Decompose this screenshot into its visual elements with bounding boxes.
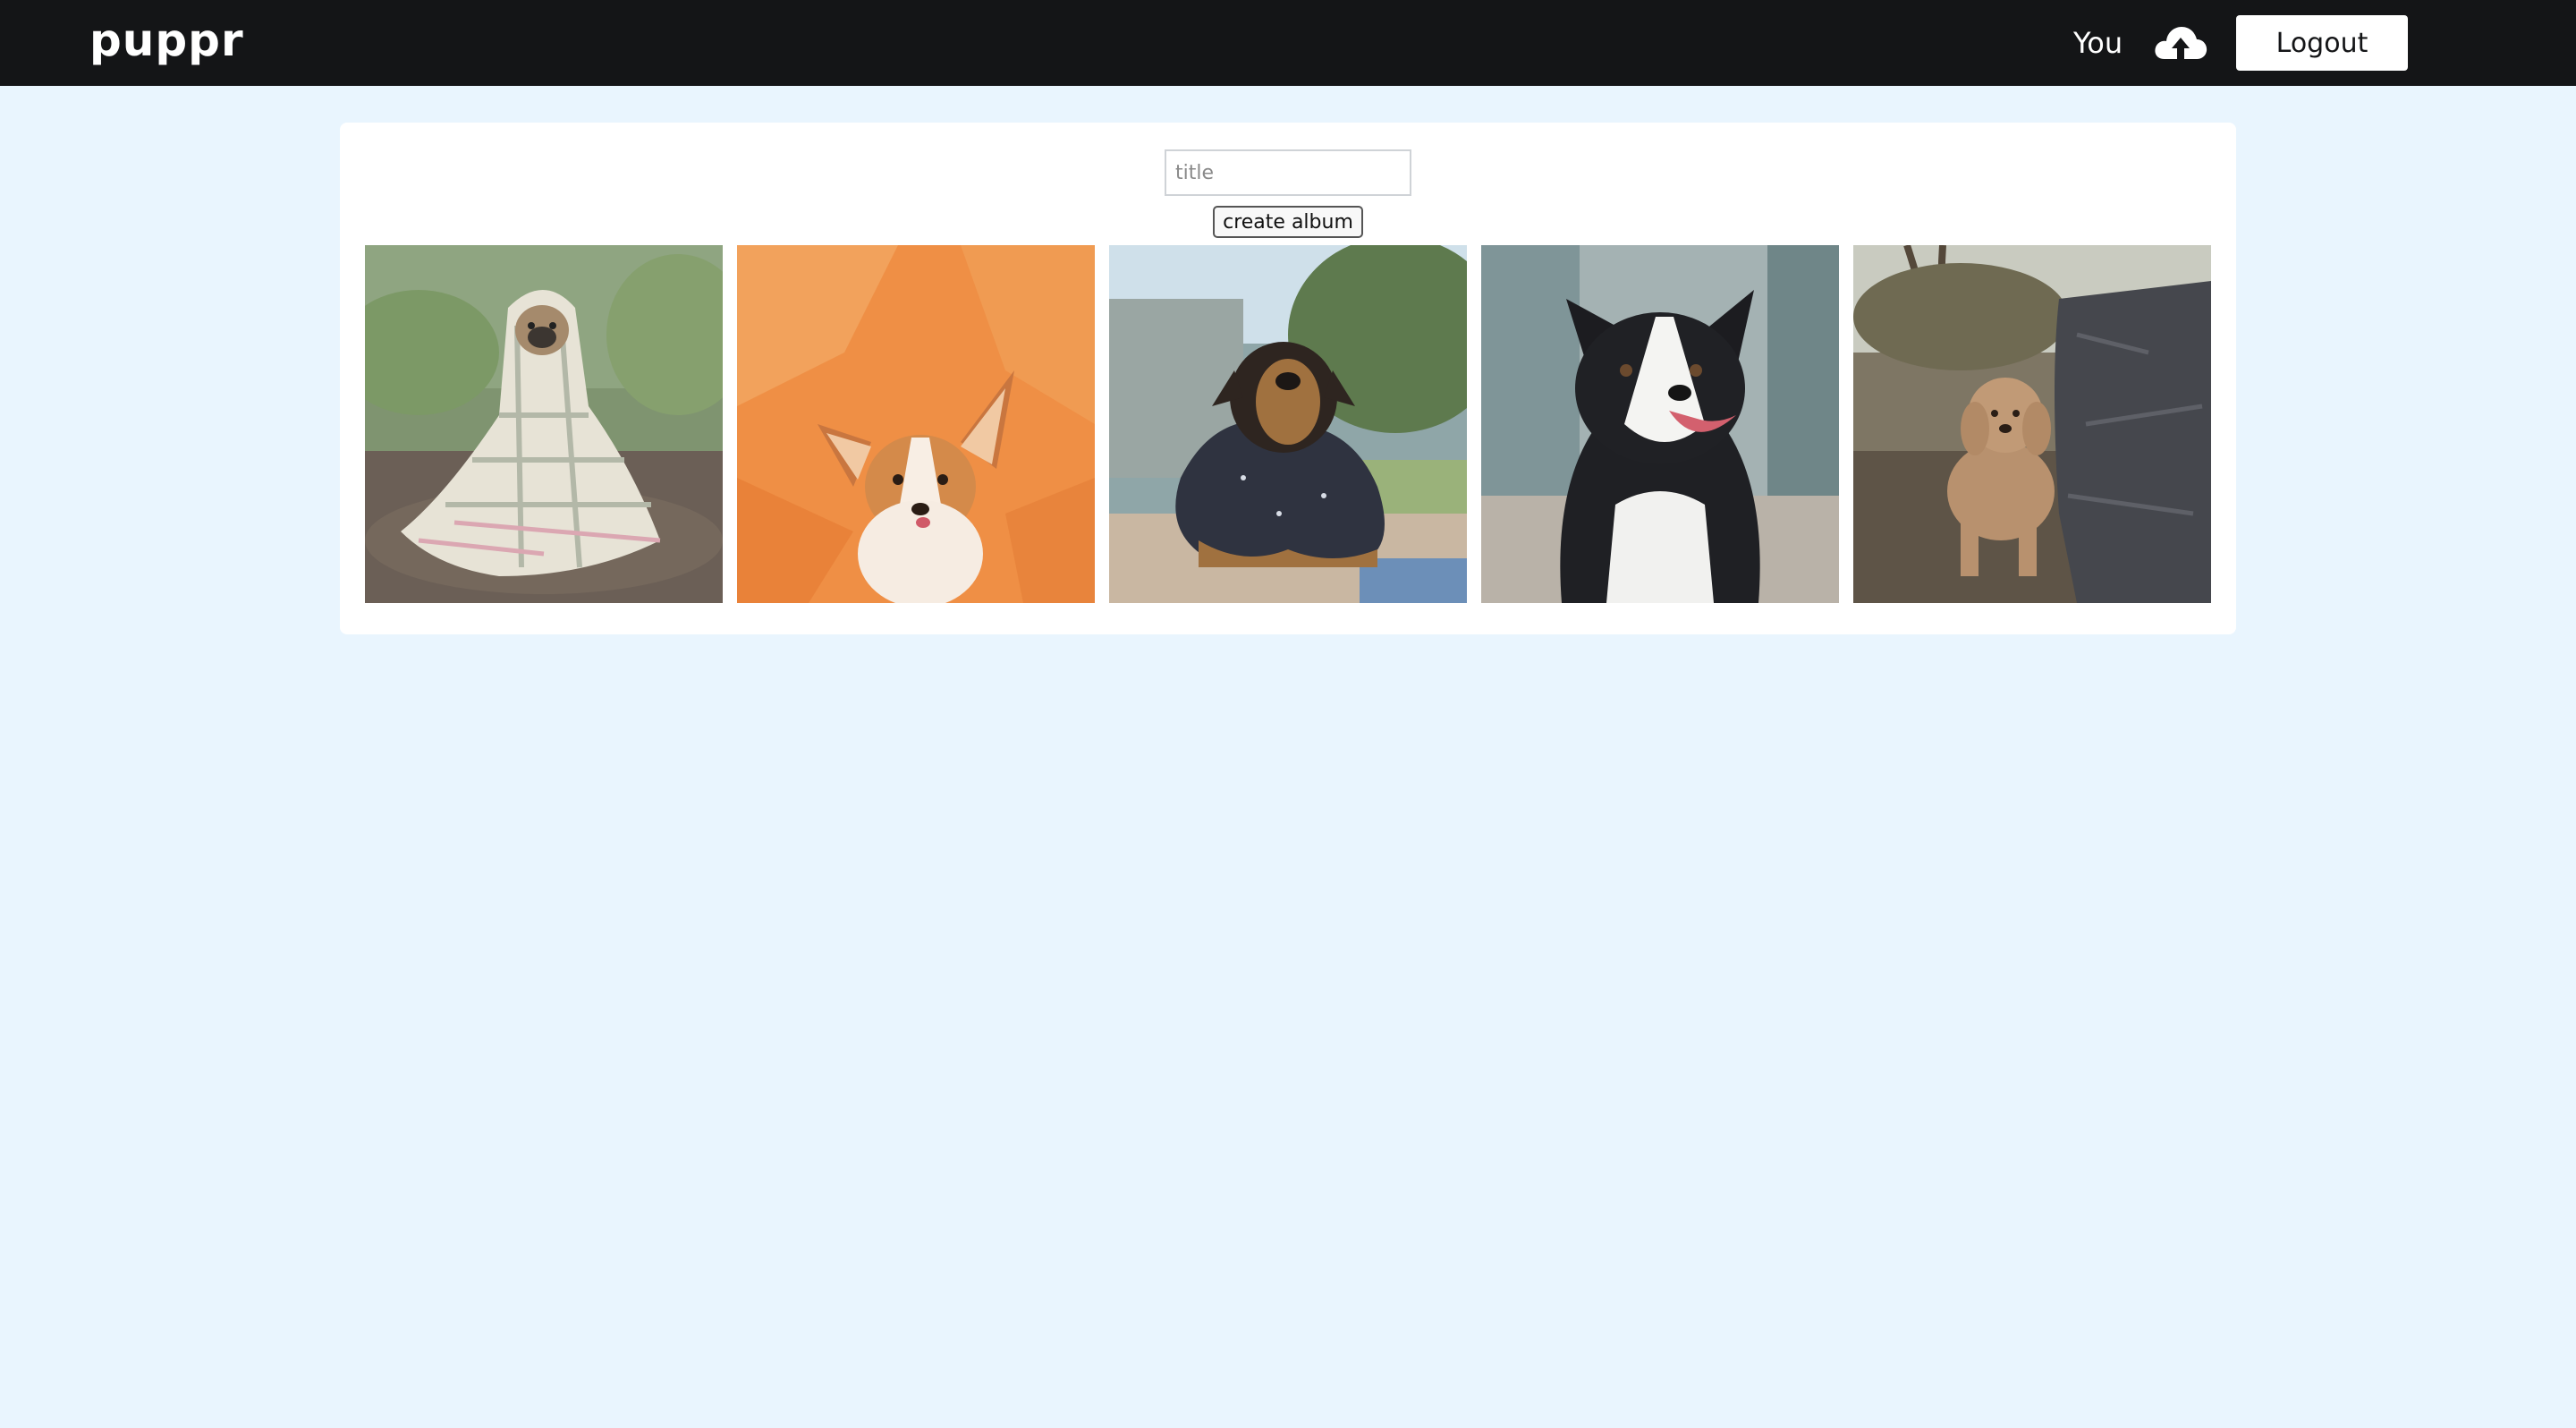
photo-rottweiler-puppy[interactable]: [1109, 245, 1467, 603]
poodle-photo-image: [1853, 245, 2211, 603]
photo-corgi-orange[interactable]: [737, 245, 1095, 603]
upload-button[interactable]: [2152, 21, 2209, 64]
photo-pug-blanket[interactable]: [365, 245, 723, 603]
rottweiler-photo-image: [1109, 245, 1467, 603]
photo-poodle-wall[interactable]: [1853, 245, 2211, 603]
you-link[interactable]: You: [2073, 23, 2123, 63]
album-panel: create album: [340, 123, 2236, 634]
top-navbar: puppr You Logout: [0, 0, 2576, 86]
corgi-photo-image: [737, 245, 1095, 603]
app-logo[interactable]: puppr: [89, 9, 244, 72]
logout-button[interactable]: Logout: [2236, 15, 2408, 71]
photo-border-collie[interactable]: [1481, 245, 1839, 603]
album-title-input[interactable]: [1165, 149, 1411, 196]
border-collie-photo-image: [1481, 245, 1839, 603]
cloud-upload-icon: [2155, 27, 2207, 59]
pug-photo-image: [365, 245, 723, 603]
create-album-button[interactable]: create album: [1213, 206, 1363, 238]
